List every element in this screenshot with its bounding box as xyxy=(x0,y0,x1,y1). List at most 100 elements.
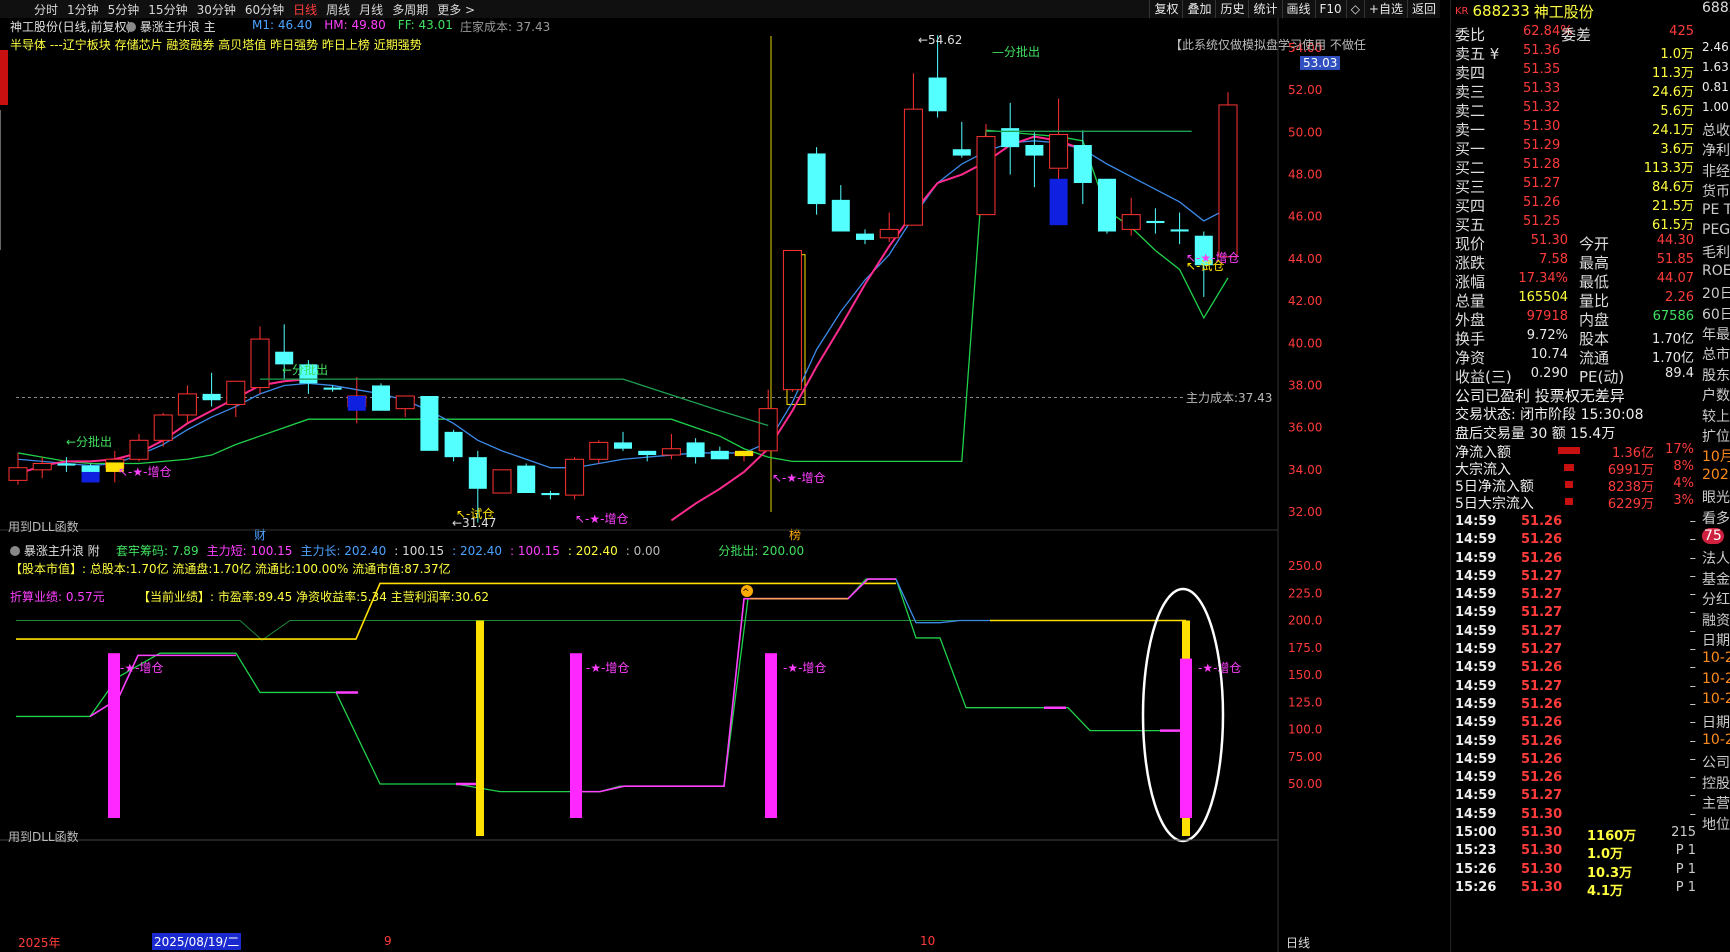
bids-row-3[interactable]: 买四 51.26 21.5万 xyxy=(1451,195,1700,215)
asks-row-1[interactable]: 卖四 51.35 11.3万 xyxy=(1451,62,1700,82)
candle-6[interactable] xyxy=(153,412,173,447)
candle-27[interactable] xyxy=(661,433,681,460)
candle-40[interactable] xyxy=(976,123,996,216)
candle-24[interactable] xyxy=(589,440,609,464)
candle-8[interactable] xyxy=(202,372,221,407)
candle-23[interactable] xyxy=(565,457,585,500)
side-item-4[interactable]: PE TTM xyxy=(1702,202,1730,218)
candle-36[interactable] xyxy=(879,212,899,243)
candle-47[interactable] xyxy=(1146,208,1165,234)
period-tab-5[interactable]: 60分钟 xyxy=(245,1,284,18)
side-item-0[interactable]: 总收入 xyxy=(1702,120,1730,140)
toolbar-button-7[interactable]: +自选 xyxy=(1363,0,1407,18)
side-item-10[interactable]: 年最高 xyxy=(1702,324,1730,344)
candle-21[interactable] xyxy=(517,463,536,494)
side-item-26[interactable]: 10-24 xyxy=(1702,650,1730,666)
candle-22[interactable] xyxy=(541,490,560,500)
side-item-18[interactable]: 眼光 xyxy=(1702,487,1730,507)
side-item-20[interactable]: 75 xyxy=(1702,528,1724,544)
side-item-17[interactable]: 2025 xyxy=(1702,467,1730,483)
tick-row-3[interactable]: 14:59 51.27 – xyxy=(1451,569,1700,587)
toolbar-button-1[interactable]: 叠加 xyxy=(1182,0,1215,18)
side-item-21[interactable]: 法人1 xyxy=(1702,548,1730,568)
candle-46[interactable] xyxy=(1121,197,1141,236)
candle-34[interactable] xyxy=(831,185,850,232)
side-info-column[interactable]: 6882 2.46 1.63 0.81 1.00 总收入净利润非经损货币金PE TTM PE… xyxy=(1700,0,1730,952)
collapse-sub-icon[interactable] xyxy=(10,546,20,556)
side-item-11[interactable]: 总市值 xyxy=(1702,344,1730,364)
candle-18[interactable] xyxy=(444,429,463,462)
tick-row-10[interactable]: 14:59 51.26 – xyxy=(1451,697,1700,715)
period-tab-1[interactable]: 1分钟 xyxy=(67,1,99,18)
candle-48[interactable] xyxy=(1170,212,1189,245)
candle-43[interactable] xyxy=(1049,98,1069,183)
candle-39[interactable] xyxy=(952,121,971,158)
side-item-28[interactable]: 10-22 xyxy=(1702,691,1730,707)
side-item-22[interactable]: 基金 xyxy=(1702,569,1730,589)
side-item-32[interactable]: 控股 xyxy=(1702,773,1730,793)
bids-row-2[interactable]: 买三 51.27 84.6万 xyxy=(1451,176,1700,196)
period-tab-4[interactable]: 30分钟 xyxy=(197,1,236,18)
side-item-19[interactable]: 看多 4 xyxy=(1702,508,1730,528)
tick-row-2[interactable]: 14:59 51.26 – xyxy=(1451,551,1700,569)
tick-row-5[interactable]: 14:59 51.27 – xyxy=(1451,605,1700,623)
tick-row-1[interactable]: 14:59 51.26 – xyxy=(1451,532,1700,550)
side-item-29[interactable]: 日期 xyxy=(1702,712,1730,732)
tick-row-0[interactable]: 14:59 51.26 – xyxy=(1451,514,1700,532)
side-item-16[interactable]: 10月2 xyxy=(1702,446,1730,466)
tick-row-19[interactable]: 15:26 51.30 10.3万 P 1 xyxy=(1451,862,1700,881)
side-item-12[interactable]: 股东 xyxy=(1702,365,1730,385)
candle-50[interactable] xyxy=(1218,92,1238,258)
candle-32[interactable] xyxy=(782,249,802,392)
side-item-15[interactable]: 扩位简 xyxy=(1702,426,1730,446)
tick-row-18[interactable]: 15:23 51.30 1.0万 P 1 xyxy=(1451,843,1700,862)
side-item-31[interactable]: 公司 xyxy=(1702,752,1730,772)
tick-row-12[interactable]: 14:59 51.26 – xyxy=(1451,734,1700,752)
candle-2[interactable] xyxy=(57,457,76,472)
toolbar-button-0[interactable]: 复权 xyxy=(1149,0,1182,18)
side-item-14[interactable]: 较上期 xyxy=(1702,406,1730,426)
period-tab-8[interactable]: 月线 xyxy=(359,1,383,18)
bids-row-4[interactable]: 买五 51.25 61.5万 xyxy=(1451,214,1700,234)
side-item-5[interactable]: PEG xyxy=(1702,222,1730,238)
toolbar-button-4[interactable]: 画线 xyxy=(1281,0,1315,18)
candle-10[interactable] xyxy=(250,326,270,394)
stock-header[interactable]: KR 688233 神工股份 xyxy=(1451,0,1700,22)
toolbar-button-8[interactable]: 返回 xyxy=(1406,0,1440,18)
side-item-24[interactable]: 融资占 xyxy=(1702,610,1730,630)
period-tab-10[interactable]: 更多 > xyxy=(437,1,475,18)
asks-row-3[interactable]: 卖二 51.32 5.6万 xyxy=(1451,100,1700,120)
bids-row-0[interactable]: 买一 51.29 3.6万 xyxy=(1451,138,1700,158)
candle-42[interactable] xyxy=(1025,132,1044,188)
side-item-1[interactable]: 净利润 xyxy=(1702,140,1730,160)
side-item-9[interactable]: 60日 xyxy=(1702,304,1730,324)
period-tab-3[interactable]: 15分钟 xyxy=(148,1,187,18)
tick-row-16[interactable]: 14:59 51.30 – xyxy=(1451,807,1700,825)
tick-row-13[interactable]: 14:59 51.26 – xyxy=(1451,752,1700,770)
indicator-sub-name[interactable]: 暴涨主升浪 附 xyxy=(10,542,100,559)
main-candle-chart[interactable]: 54.0052.0050.0048.0046.0044.0042.0040.00… xyxy=(0,18,1440,952)
side-item-30[interactable]: 10-24 xyxy=(1702,732,1730,748)
candle-7[interactable] xyxy=(177,385,197,424)
period-tab-9[interactable]: 多周期 xyxy=(392,1,428,18)
side-item-34[interactable]: 地位 xyxy=(1702,814,1730,834)
candle-0[interactable] xyxy=(8,452,28,485)
side-item-23[interactable]: 分红 xyxy=(1702,589,1730,609)
side-item-7[interactable]: ROE xyxy=(1702,263,1730,279)
side-item-33[interactable]: 主营 xyxy=(1702,793,1730,813)
candle-5[interactable] xyxy=(129,433,149,462)
toolbar-button-2[interactable]: 历史 xyxy=(1215,0,1248,18)
candle-20[interactable] xyxy=(492,469,512,494)
tick-row-17[interactable]: 15:00 51.30 1160万 215 xyxy=(1451,825,1700,844)
candle-37[interactable] xyxy=(903,73,923,226)
candle-25[interactable] xyxy=(614,431,632,451)
toolbar-button-5[interactable]: F10 xyxy=(1314,0,1346,18)
candle-33[interactable] xyxy=(807,147,826,215)
asks-row-0[interactable]: 卖五 ¥ 51.36 1.0万 xyxy=(1451,43,1700,63)
side-item-6[interactable]: 毛利率 xyxy=(1702,242,1730,262)
indicator-main-name[interactable]: 暴涨主升浪 主 xyxy=(126,18,216,35)
period-tab-7[interactable]: 周线 xyxy=(326,1,350,18)
tick-row-11[interactable]: 14:59 51.26 – xyxy=(1451,715,1700,733)
candle-35[interactable] xyxy=(856,229,874,245)
side-item-13[interactable]: 户数 xyxy=(1702,385,1730,405)
